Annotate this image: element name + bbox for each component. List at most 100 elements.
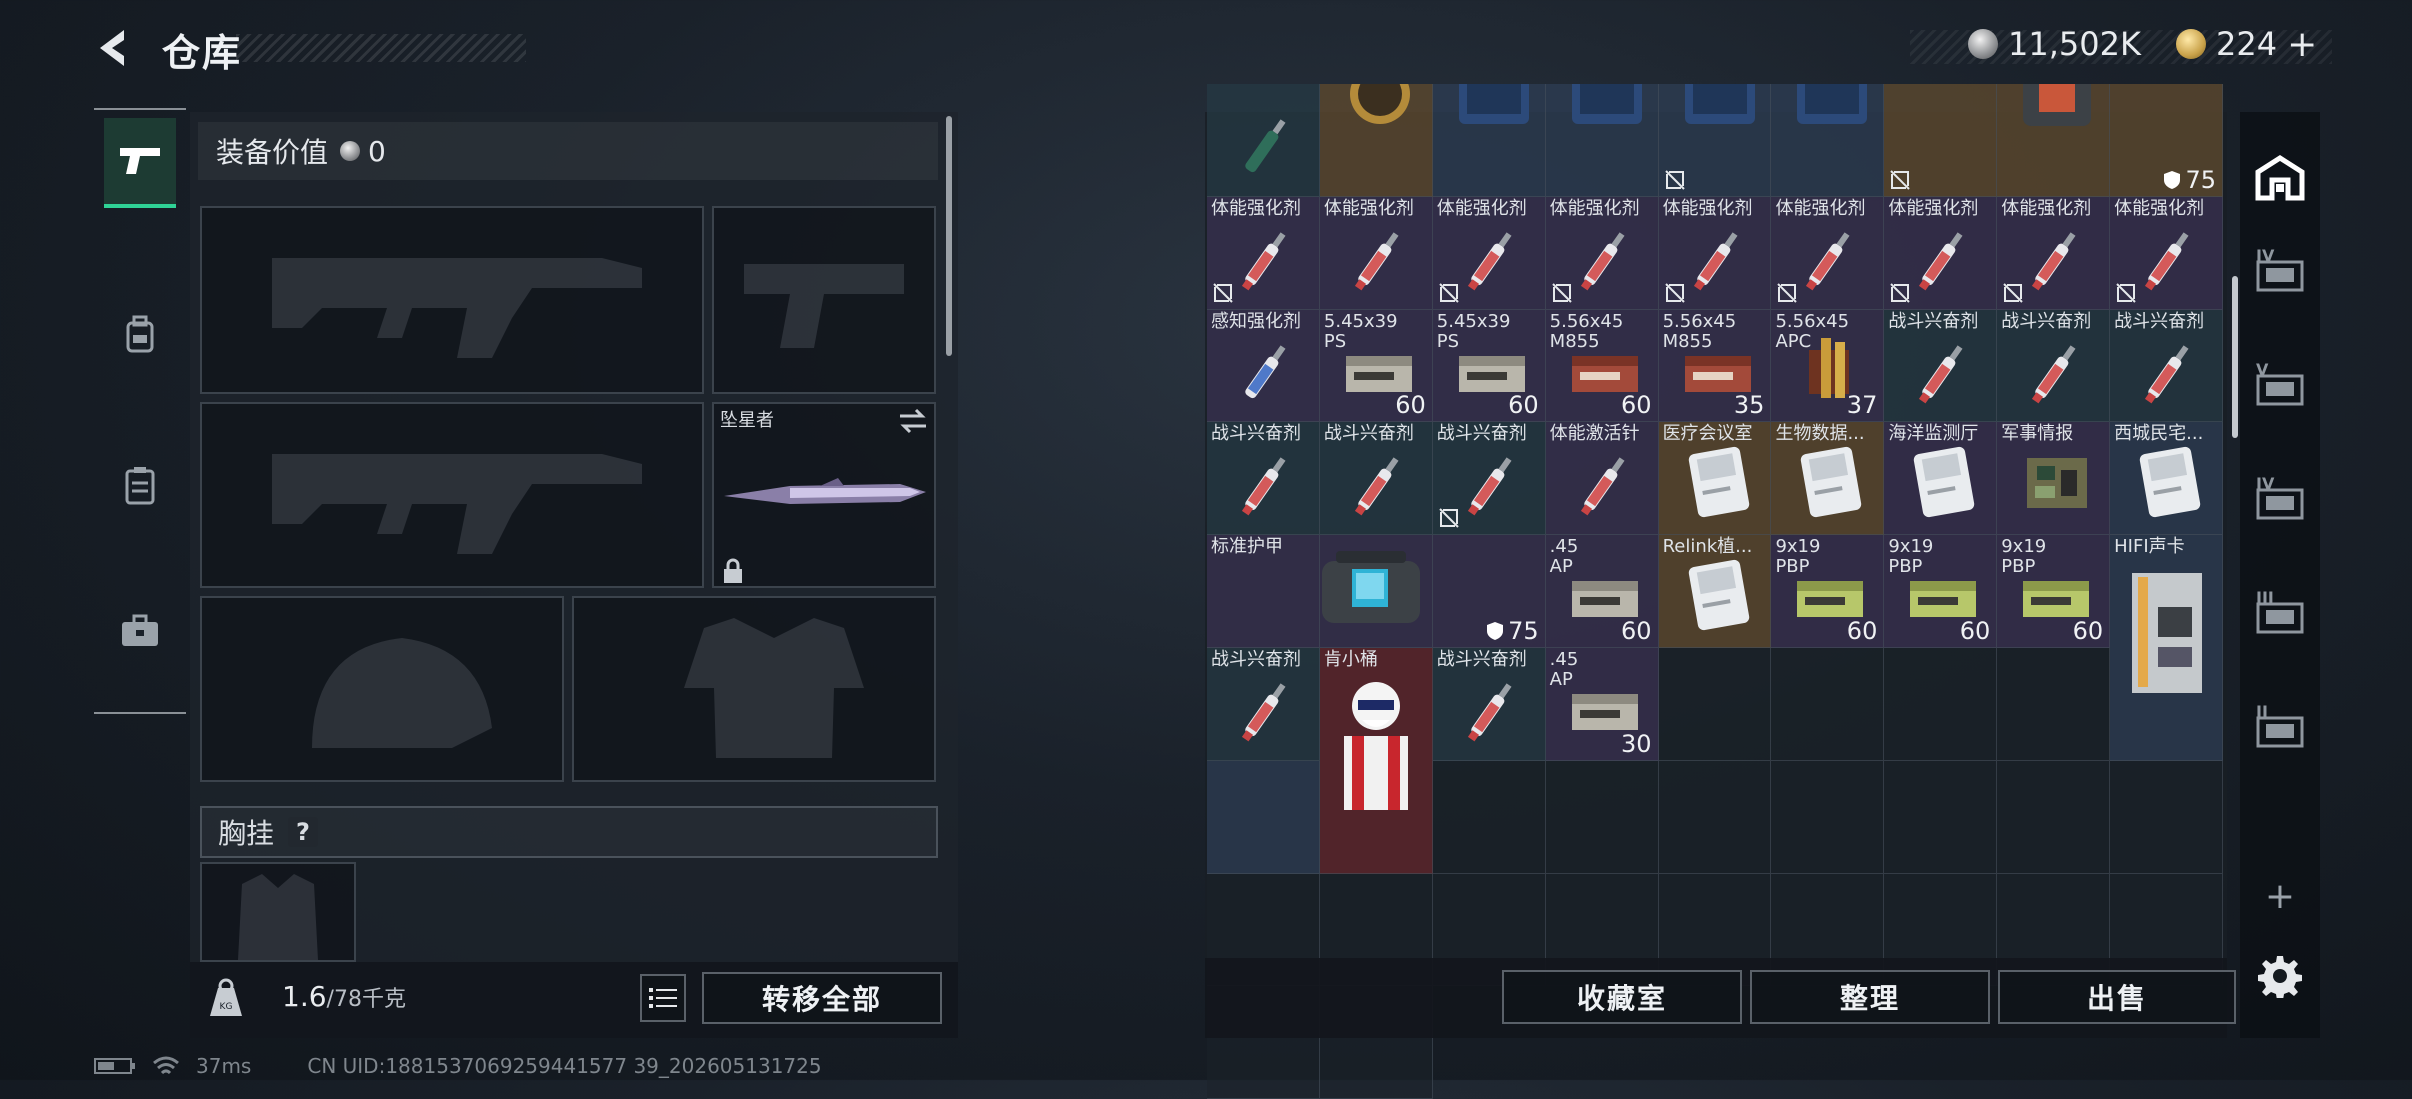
swap-icon[interactable]	[898, 408, 928, 434]
inventory-item[interactable]: 西城民宅...	[2110, 422, 2224, 536]
inventory-slot[interactable]	[1658, 84, 1772, 197]
inventory-item[interactable]: 体能强化剂	[1658, 196, 1772, 310]
helmet-slot[interactable]	[200, 596, 564, 782]
inventory-slot[interactable]	[1997, 647, 2111, 761]
inventory-slot[interactable]	[1207, 84, 1320, 197]
inventory-slot[interactable]	[1884, 760, 1998, 874]
back-icon[interactable]	[94, 26, 138, 70]
primary-weapon-slot-2[interactable]	[200, 402, 704, 588]
storage-scrollbar[interactable]	[2232, 276, 2238, 438]
inventory-item[interactable]: Relink植...	[1658, 535, 1772, 648]
storage-home-tab[interactable]	[2248, 146, 2312, 210]
item-name: 西城民宅...	[2114, 423, 2204, 445]
inventory-item[interactable]: 体能强化剂	[2110, 196, 2224, 310]
inventory-item[interactable]: 体能强化剂	[1545, 196, 1659, 310]
inventory-item[interactable]: 战斗兴奋剂	[1207, 647, 1320, 761]
item-name: 9x19	[1775, 536, 1821, 558]
help-icon[interactable]: ?	[288, 817, 319, 847]
inventory-slot[interactable]	[1545, 84, 1659, 197]
melee-weapon-slot[interactable]: 坠星者	[712, 402, 936, 588]
inventory-item[interactable]: 体能强化剂	[1432, 196, 1546, 310]
inventory-item[interactable]: 9x19 PBP 60	[1771, 535, 1885, 648]
inventory-item[interactable]: 生物数据...	[1771, 422, 1885, 536]
inventory-slot[interactable]	[1207, 760, 1320, 874]
chest-rig-slot[interactable]	[200, 862, 356, 962]
inventory-item[interactable]: 体能强化剂	[1884, 196, 1998, 310]
inventory-item[interactable]: HIFI声卡	[2110, 535, 2224, 761]
primary-weapon-slot-1[interactable]	[200, 206, 704, 394]
add-currency-icon[interactable]: +	[2287, 24, 2317, 65]
collection-room-button[interactable]: 收藏室	[1502, 970, 1742, 1024]
tab-weapons[interactable]	[104, 118, 176, 208]
inventory-slot[interactable]	[1432, 84, 1546, 197]
inventory-slot[interactable]	[1319, 84, 1433, 197]
add-storage-button[interactable]: +	[2248, 864, 2312, 928]
inventory-item[interactable]: 5.56x45 M855 60	[1545, 309, 1659, 423]
storage-level-tab[interactable]: II	[2248, 696, 2312, 760]
inventory-item[interactable]: .45 AP 60	[1545, 535, 1659, 648]
inventory-slot[interactable]	[1997, 760, 2111, 874]
inventory-slot[interactable]	[1658, 760, 1772, 874]
inventory-slot[interactable]: 75	[2110, 84, 2224, 197]
organize-button[interactable]: 整理	[1750, 970, 1990, 1024]
inventory-slot[interactable]	[1432, 760, 1546, 874]
item-name: 体能强化剂	[1775, 197, 1866, 219]
inventory-item[interactable]: 战斗兴奋剂	[1319, 422, 1433, 536]
inventory-item[interactable]: .45 AP 30	[1545, 647, 1659, 761]
secondary-weapon-slot[interactable]	[712, 206, 936, 394]
list-view-button[interactable]	[640, 974, 686, 1022]
inventory-item[interactable]: 战斗兴奋剂	[1884, 309, 1998, 423]
inventory-slot[interactable]	[1771, 647, 1885, 761]
inventory-slot[interactable]	[1997, 84, 2111, 197]
tab-toolbox[interactable]	[104, 586, 176, 676]
armor-slot[interactable]	[572, 596, 936, 782]
inventory-item[interactable]: 战斗兴奋剂	[1207, 422, 1320, 536]
tab-container[interactable]	[104, 440, 176, 530]
equipment-value-header: 装备价值 0	[198, 122, 938, 180]
inventory-item[interactable]: 战斗兴奋剂	[1997, 309, 2111, 423]
inventory-item[interactable]: 战斗兴奋剂	[1432, 647, 1546, 761]
inventory-slot[interactable]	[1545, 760, 1659, 874]
inventory-item[interactable]: 5.56x45 M855 35	[1658, 309, 1772, 423]
storage-level-tab[interactable]: IV	[2248, 468, 2312, 532]
sell-button[interactable]: 出售	[1998, 970, 2236, 1024]
inventory-slot[interactable]	[1658, 647, 1772, 761]
inventory-item[interactable]: 医疗会议室	[1658, 422, 1772, 536]
settings-button[interactable]	[2248, 944, 2312, 1008]
item-count: 60	[1621, 617, 1652, 645]
storage-level-tab[interactable]: V	[2248, 354, 2312, 418]
inventory-item[interactable]: 战斗兴奋剂	[2110, 309, 2224, 423]
inventory-item[interactable]: 体能强化剂	[1319, 196, 1433, 310]
item-name: 体能强化剂	[1662, 197, 1753, 219]
inventory-slot[interactable]	[1771, 760, 1885, 874]
gear-icon	[2258, 956, 2302, 998]
tab-backpack[interactable]	[104, 290, 176, 380]
inventory-item[interactable]: 5.45x39 PS 60	[1432, 309, 1546, 423]
inventory-slot[interactable]	[2110, 760, 2224, 874]
storage-level-tab[interactable]: III	[2248, 582, 2312, 646]
inventory-item[interactable]: 战斗兴奋剂	[1432, 422, 1546, 536]
inventory-item[interactable]: 肯小桶	[1319, 647, 1433, 874]
inventory-slot[interactable]	[1884, 647, 1998, 761]
inventory-item[interactable]: 感知强化剂	[1207, 309, 1320, 423]
inventory-slot[interactable]	[1884, 84, 1998, 197]
inventory-item[interactable]: 体能激活针	[1545, 422, 1659, 536]
transfer-all-button[interactable]: 转移全部	[702, 972, 942, 1024]
inventory-item[interactable]: 体能强化剂	[1771, 196, 1885, 310]
equipment-scrollbar[interactable]	[946, 116, 952, 356]
storage-level-tab[interactable]: IV	[2248, 240, 2312, 304]
inventory-item[interactable]: 体能强化剂	[1997, 196, 2111, 310]
inventory-item[interactable]: 5.45x39 PS 60	[1319, 309, 1433, 423]
inventory-item[interactable]: 标准护甲	[1207, 535, 1320, 648]
inventory-item[interactable]: 军事情报	[1997, 422, 2111, 536]
inventory-item[interactable]: 9x19 PBP 60	[1884, 535, 1998, 648]
inventory-item[interactable]: 9x19 PBP 60	[1997, 535, 2111, 648]
inventory-item[interactable]: 体能强化剂	[1207, 196, 1320, 310]
inventory-item[interactable]: 5.56x45 APC 37	[1771, 309, 1885, 423]
inventory-slot[interactable]	[1319, 535, 1433, 648]
inventory-item[interactable]: 海洋监测厅	[1884, 422, 1998, 536]
currency-premium[interactable]: 224 +	[2176, 24, 2317, 65]
equipment-value: 0	[368, 134, 386, 168]
inventory-slot[interactable]	[1771, 84, 1885, 197]
inventory-slot[interactable]: 75	[1432, 535, 1546, 648]
